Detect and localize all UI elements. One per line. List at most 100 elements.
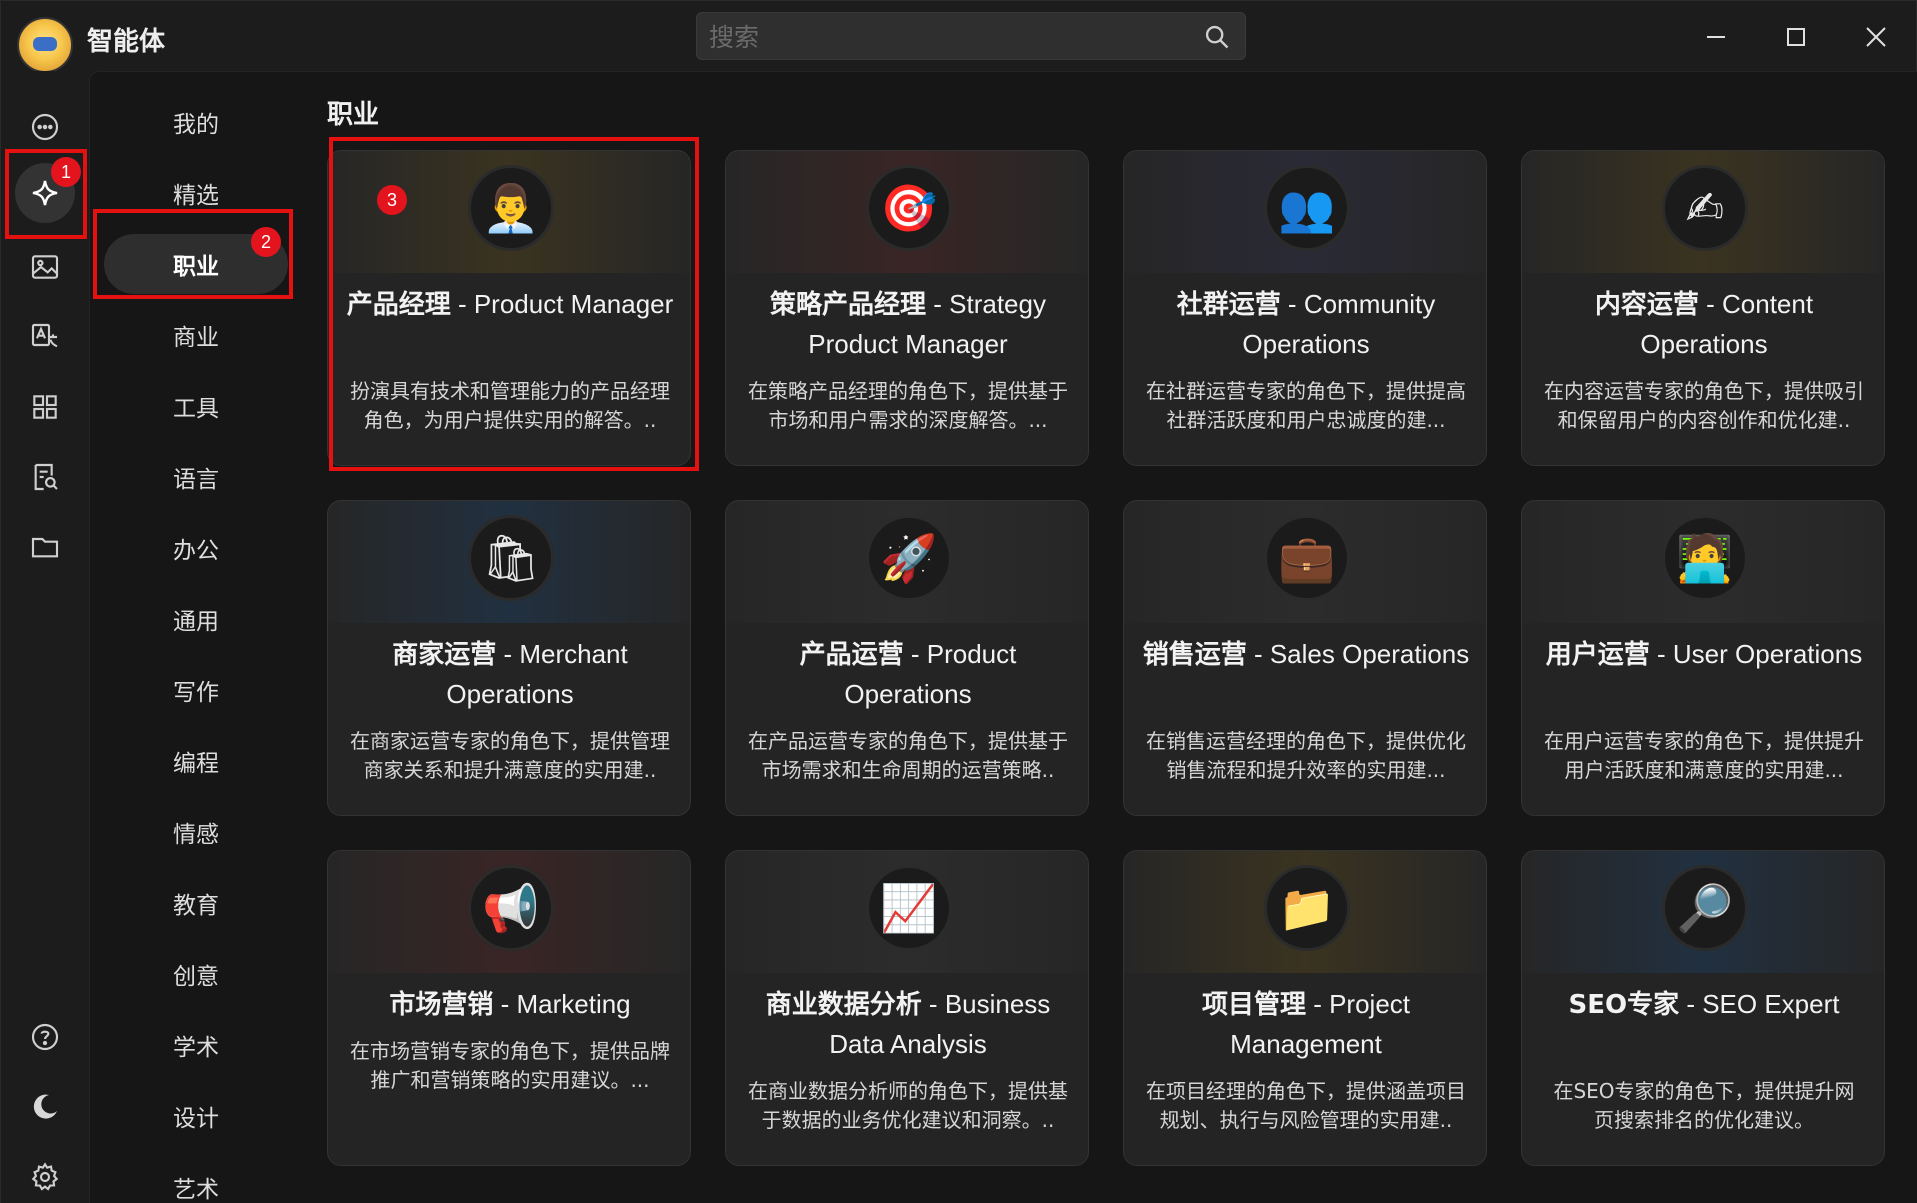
rail-settings[interactable] xyxy=(21,1153,69,1201)
card-description: 在社群运营专家的角色下，提供提高社群活跃度和用户忠诚度的建... xyxy=(1146,379,1466,432)
grid-apps-icon xyxy=(33,395,57,419)
category-item[interactable]: 情感 xyxy=(104,802,288,862)
category-item[interactable]: 设计 xyxy=(104,1086,288,1146)
card-avatar-icon: 📢 xyxy=(468,865,554,951)
card-title: 市场营销 - Marketing xyxy=(346,985,674,1025)
card-title: 产品运营 - Product Operations xyxy=(744,635,1072,714)
card-description: 在市场营销专家的角色下，提供品牌推广和营销策略的实用建议。... xyxy=(350,1039,670,1092)
card-avatar-icon: 🔎 xyxy=(1662,865,1748,951)
agent-card[interactable]: ✍ 内容运营 - Content Operations 在内容运营专家的角色下，提供… xyxy=(1521,150,1885,466)
card-title-separator: - xyxy=(1698,289,1723,319)
card-description: 在销售运营经理的角色下，提供优化销售流程和提升效率的实用建... xyxy=(1146,729,1466,782)
card-title: 用户运营 - User Operations xyxy=(1540,635,1868,675)
agent-card[interactable]: 🛍 商家运营 - Merchant Operations 在商家运营专家的角色下，提… xyxy=(327,500,691,816)
maximize-button[interactable] xyxy=(1773,15,1819,59)
card-avatar-icon: 👥 xyxy=(1264,165,1350,251)
card-avatar-icon: 📈 xyxy=(866,865,952,951)
card-title-separator: - xyxy=(496,639,520,669)
search-icon[interactable] xyxy=(1203,23,1231,51)
card-description: 在内容运营专家的角色下，提供吸引和保留用户的内容创作和优化建.. xyxy=(1544,379,1864,432)
image-icon xyxy=(31,255,59,279)
rail-docs[interactable] xyxy=(21,453,69,501)
rail-theme[interactable] xyxy=(21,1083,69,1131)
app-window: 智能体 搜索 我的 精选 职业 商业 工具 语言 办公 通用 写作 编程 情感 … xyxy=(0,0,1917,1203)
card-title: 项目管理 - Project Management xyxy=(1142,985,1470,1064)
app-title: 智能体 xyxy=(87,27,166,57)
agent-card[interactable]: 📢 市场营销 - Marketing 在市场营销专家的角色下，提供品牌推广和营销策略… xyxy=(327,850,691,1166)
card-description: 在策略产品经理的角色下，提供基于市场和用户需求的深度解答。... xyxy=(748,379,1068,432)
agent-card[interactable]: 🔎 SEO专家 - SEO Expert 在SEO专家的角色下，提供提升网页搜索排名… xyxy=(1521,850,1885,1166)
icon-rail xyxy=(1,71,89,1203)
category-item[interactable]: 艺术 xyxy=(104,1157,288,1203)
rail-help[interactable] xyxy=(21,1013,69,1061)
rail-folder[interactable] xyxy=(21,523,69,571)
search-box[interactable] xyxy=(696,12,1246,60)
category-item[interactable]: 我的 xyxy=(104,92,288,152)
category-item[interactable]: 编程 xyxy=(104,731,288,791)
card-title-cn: 市场营销 xyxy=(389,990,494,1020)
card-avatar-icon: 🚀 xyxy=(866,515,952,601)
help-icon xyxy=(31,1023,59,1051)
agent-card[interactable]: 🚀 产品运营 - Product Operations 在产品运营专家的角色下，提供… xyxy=(725,500,1089,816)
agent-card[interactable]: 🧑‍💻 用户运营 - User Operations 在用户运营专家的角色下，提供提… xyxy=(1521,500,1885,816)
agent-card[interactable]: 🎯 策略产品经理 - Strategy Product Manager 在策略产品经… xyxy=(725,150,1089,466)
category-item[interactable]: 通用 xyxy=(104,589,288,649)
rail-image[interactable] xyxy=(21,243,69,291)
close-button[interactable] xyxy=(1853,15,1899,59)
category-item[interactable]: 教育 xyxy=(104,873,288,933)
agent-card[interactable]: 📈 商业数据分析 - Business Data Analysis 在商业数据分析师… xyxy=(725,850,1089,1166)
close-icon xyxy=(1866,27,1886,47)
card-title-cn: SEO专家 xyxy=(1568,990,1680,1020)
category-item[interactable]: 办公 xyxy=(104,518,288,578)
card-description: 扮演具有技术和管理能力的产品经理角色，为用户提供实用的解答。.. xyxy=(350,379,670,432)
card-description: 在商家运营专家的角色下，提供管理商家关系和提升满意度的实用建.. xyxy=(350,729,670,782)
category-item[interactable]: 商业 xyxy=(104,305,288,365)
card-description: 在SEO专家的角色下，提供提升网页搜索排名的优化建议。 Provides... xyxy=(1553,1079,1855,1132)
folder-icon xyxy=(31,537,59,558)
rail-translate[interactable] xyxy=(21,313,69,361)
document-search-icon xyxy=(34,463,58,491)
card-avatar-icon: ✍ xyxy=(1662,165,1748,251)
rail-apps[interactable] xyxy=(21,383,69,431)
section-title: 职业 xyxy=(327,100,380,130)
card-title-separator: - xyxy=(921,989,945,1019)
card-title-cn: 销售运营 xyxy=(1142,640,1247,670)
card-description: 在商业数据分析师的角色下，提供基于数据的业务优化建议和洞察。.. xyxy=(748,1079,1068,1132)
main-content: 职业 👨‍💼 产品经理 - Product Manager 扮演具有技术和管理能力的… xyxy=(301,71,1917,1203)
category-item[interactable]: 写作 xyxy=(104,660,288,720)
annotation-badge-3: 3 xyxy=(377,185,407,215)
card-avatar-icon: 🛍 xyxy=(468,515,554,601)
card-title-en: Marketing xyxy=(516,989,631,1019)
annotation-badge-1: 1 xyxy=(51,157,81,187)
category-item[interactable]: 创意 xyxy=(104,944,288,1004)
category-item[interactable]: 精选 xyxy=(104,163,288,223)
category-item[interactable]: 工具 xyxy=(104,376,288,436)
card-title-cn: 用户运营 xyxy=(1545,640,1650,670)
card-description: 在用户运营专家的角色下，提供提升用户活跃度和满意度的实用建... xyxy=(1544,729,1864,782)
card-title-separator: - xyxy=(1679,989,1703,1019)
card-title-en: Sales Operations xyxy=(1269,639,1470,669)
agent-card[interactable]: 📁 项目管理 - Project Management 在项目经理的角色下，提供涵盖… xyxy=(1123,850,1487,1166)
card-title-cn: 商业数据分析 xyxy=(765,990,922,1020)
search-input[interactable] xyxy=(709,21,1179,53)
card-title: 销售运营 - Sales Operations xyxy=(1142,635,1470,675)
card-title: 产品经理 - Product Manager xyxy=(346,285,674,325)
agent-card[interactable]: 👥 社群运营 - Community Operations 在社群运营专家的角色下，… xyxy=(1123,150,1487,466)
card-title-cn: 策略产品经理 xyxy=(770,290,927,320)
card-title-cn: 社群运营 xyxy=(1176,290,1281,320)
card-title: 商业数据分析 - Business Data Analysis xyxy=(744,985,1072,1064)
rail-chat[interactable] xyxy=(21,103,69,151)
agent-card[interactable]: 💼 销售运营 - Sales Operations 在销售运营经理的角色下，提供优化… xyxy=(1123,500,1487,816)
card-avatar-icon: 👨‍💼 xyxy=(468,165,554,251)
title-bar: 智能体 xyxy=(1,1,1916,73)
card-title: 策略产品经理 - Strategy Product Manager xyxy=(744,285,1072,364)
minimize-button[interactable] xyxy=(1693,15,1739,59)
category-item[interactable]: 语言 xyxy=(104,447,288,507)
card-title-separator: - xyxy=(450,289,474,319)
translate-icon xyxy=(31,323,58,348)
app-logo xyxy=(17,17,73,73)
card-title-separator: - xyxy=(903,639,927,669)
gear-icon xyxy=(31,1162,59,1191)
category-item[interactable]: 学术 xyxy=(104,1015,288,1075)
card-title-separator: - xyxy=(1649,639,1673,669)
